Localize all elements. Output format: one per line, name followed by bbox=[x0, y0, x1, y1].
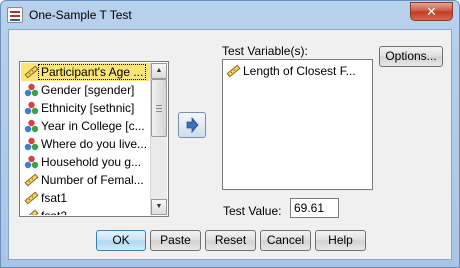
cancel-button[interactable]: Cancel bbox=[260, 230, 311, 251]
cancel-button-label: Cancel bbox=[266, 233, 305, 247]
options-button-label: Options... bbox=[385, 49, 437, 63]
help-button[interactable]: Help bbox=[315, 230, 366, 251]
ruler-icon bbox=[24, 65, 39, 79]
window-title: One-Sample T Test bbox=[29, 8, 132, 22]
test-variables-label: Test Variable(s): bbox=[222, 44, 308, 58]
dialog-body: Participant's Age ... Gender [sgender] E… bbox=[8, 29, 452, 260]
variable-label: Ethnicity [sethnic] bbox=[41, 101, 135, 115]
options-button[interactable]: Options... bbox=[379, 46, 443, 67]
move-to-target-button[interactable] bbox=[178, 112, 206, 138]
list-item[interactable]: Year in College [c... bbox=[21, 117, 151, 135]
variable-label: fsat1 bbox=[41, 191, 68, 205]
paste-button-label: Paste bbox=[160, 233, 191, 247]
help-button-label: Help bbox=[328, 233, 353, 247]
source-variable-list[interactable]: Participant's Age ... Gender [sgender] E… bbox=[19, 61, 169, 217]
close-icon: ✕ bbox=[426, 4, 437, 19]
reset-button-label: Reset bbox=[214, 233, 247, 247]
list-item[interactable]: Gender [sgender] bbox=[21, 81, 151, 99]
arrow-right-icon bbox=[186, 116, 199, 134]
nominal-icon bbox=[24, 119, 39, 133]
list-item[interactable]: fsat1 bbox=[21, 189, 151, 207]
variable-label: Participant's Age ... bbox=[38, 64, 147, 80]
source-variable-items: Participant's Age ... Gender [sgender] E… bbox=[21, 63, 151, 215]
test-value-input[interactable] bbox=[290, 198, 339, 218]
scroll-up-button[interactable]: ▲ bbox=[151, 63, 167, 79]
close-button[interactable]: ✕ bbox=[410, 2, 453, 21]
list-item[interactable]: Ethnicity [sethnic] bbox=[21, 99, 151, 117]
dialog-window: One-Sample T Test ✕ Participant's Age ..… bbox=[0, 0, 460, 268]
list-item[interactable]: Number of Femal... bbox=[21, 171, 151, 189]
variable-label: Gender [sgender] bbox=[41, 83, 135, 97]
ok-button-label: OK bbox=[112, 233, 130, 247]
variable-label: fsat2 bbox=[41, 209, 67, 215]
ruler-icon bbox=[24, 191, 39, 205]
vertical-scrollbar[interactable]: ▲ ▼ bbox=[150, 63, 167, 215]
ok-button[interactable]: OK bbox=[96, 230, 146, 251]
test-value-label: Test Value: bbox=[223, 204, 282, 218]
variable-label: Household you g... bbox=[41, 155, 142, 169]
nominal-icon bbox=[24, 137, 39, 151]
nominal-icon bbox=[24, 101, 39, 115]
variable-label: Length of Closest F... bbox=[243, 64, 356, 78]
test-variables-list[interactable]: Length of Closest F... bbox=[222, 59, 373, 190]
scrollbar-thumb[interactable] bbox=[151, 79, 167, 137]
list-item[interactable]: fsat2 bbox=[21, 207, 151, 215]
ruler-icon bbox=[24, 173, 39, 187]
triangle-up-icon: ▲ bbox=[155, 67, 163, 74]
variable-label: Year in College [c... bbox=[41, 119, 145, 133]
nominal-icon bbox=[24, 83, 39, 97]
ruler-icon bbox=[226, 64, 241, 78]
list-item[interactable]: Length of Closest F... bbox=[223, 62, 372, 80]
list-item[interactable]: Participant's Age ... bbox=[21, 63, 151, 81]
paste-button[interactable]: Paste bbox=[150, 230, 201, 251]
variable-label: Number of Femal... bbox=[41, 173, 144, 187]
list-item[interactable]: Household you g... bbox=[21, 153, 151, 171]
spss-app-icon bbox=[7, 7, 23, 23]
list-item[interactable]: Where do you live... bbox=[21, 135, 151, 153]
scroll-down-button[interactable]: ▼ bbox=[151, 199, 167, 215]
variable-label: Where do you live... bbox=[41, 137, 148, 151]
triangle-down-icon: ▼ bbox=[155, 203, 163, 210]
title-bar[interactable]: One-Sample T Test ✕ bbox=[1, 1, 459, 29]
nominal-icon bbox=[24, 155, 39, 169]
ruler-icon bbox=[24, 209, 39, 215]
reset-button[interactable]: Reset bbox=[205, 230, 256, 251]
